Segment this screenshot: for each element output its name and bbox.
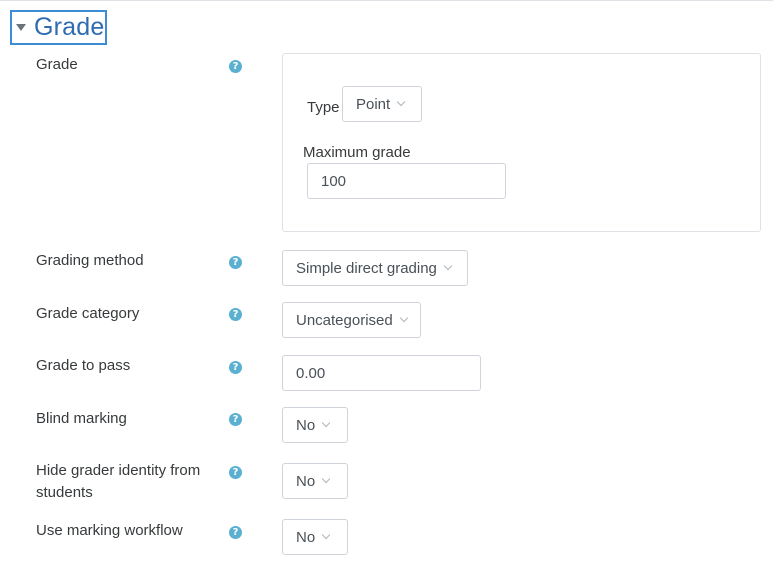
- section-title[interactable]: Grade: [34, 15, 104, 40]
- grade-type-value: Point: [356, 95, 391, 113]
- hide-grader-value: No: [296, 472, 316, 490]
- chevron-down-icon: [399, 313, 408, 323]
- blind-marking-label: Blind marking: [36, 410, 127, 427]
- grade-group: Type Point Maximum grade 100: [282, 53, 761, 232]
- maximum-grade-input[interactable]: 100: [307, 163, 506, 199]
- chevron-down-icon: [321, 530, 331, 540]
- caret-down-icon[interactable]: [16, 24, 26, 31]
- chevron-down-icon: [321, 418, 331, 428]
- blind-marking-select[interactable]: No: [282, 407, 348, 443]
- chevron-down-icon: [321, 474, 331, 484]
- hide-grader-label: Hide grader identity from students: [36, 460, 200, 504]
- grading-method-help-icon[interactable]: ?: [229, 256, 242, 269]
- type-label: Type: [307, 99, 340, 116]
- marking-workflow-label: Use marking workflow: [36, 522, 183, 539]
- blind-marking-help-icon[interactable]: ?: [229, 413, 242, 426]
- chevron-down-icon: [396, 97, 406, 107]
- marking-workflow-help-icon[interactable]: ?: [229, 526, 242, 539]
- grade-to-pass-value: 0.00: [296, 364, 326, 382]
- grade-category-help-icon[interactable]: ?: [229, 308, 242, 321]
- maximum-grade-value: 100: [321, 172, 347, 190]
- grading-method-value: Simple direct grading: [296, 259, 437, 277]
- blind-marking-value: No: [296, 416, 316, 434]
- hide-grader-label-line1: Hide grader identity from: [36, 462, 201, 479]
- grade-label: Grade: [36, 56, 78, 73]
- maximum-grade-label: Maximum grade: [303, 144, 411, 161]
- marking-workflow-value: No: [296, 528, 316, 546]
- grade-help-icon[interactable]: ?: [229, 60, 242, 73]
- grade-to-pass-input[interactable]: 0.00: [282, 355, 481, 391]
- grade-to-pass-label: Grade to pass: [36, 357, 131, 374]
- grading-method-label: Grading method: [36, 252, 144, 269]
- marking-workflow-select[interactable]: No: [282, 519, 348, 555]
- grade-section-header[interactable]: Grade: [10, 10, 107, 45]
- top-divider: [0, 0, 773, 1]
- hide-grader-label-line2: students: [36, 484, 93, 501]
- hide-grader-select[interactable]: No: [282, 463, 348, 499]
- grading-method-select[interactable]: Simple direct grading: [282, 250, 468, 286]
- hide-grader-help-icon[interactable]: ?: [229, 466, 242, 479]
- grade-type-select[interactable]: Point: [342, 86, 422, 122]
- grade-category-value: Uncategorised: [296, 311, 393, 329]
- grade-category-label: Grade category: [36, 305, 140, 322]
- chevron-down-icon: [443, 261, 453, 271]
- grade-to-pass-help-icon[interactable]: ?: [229, 361, 242, 374]
- grade-category-select[interactable]: Uncategorised: [282, 302, 421, 338]
